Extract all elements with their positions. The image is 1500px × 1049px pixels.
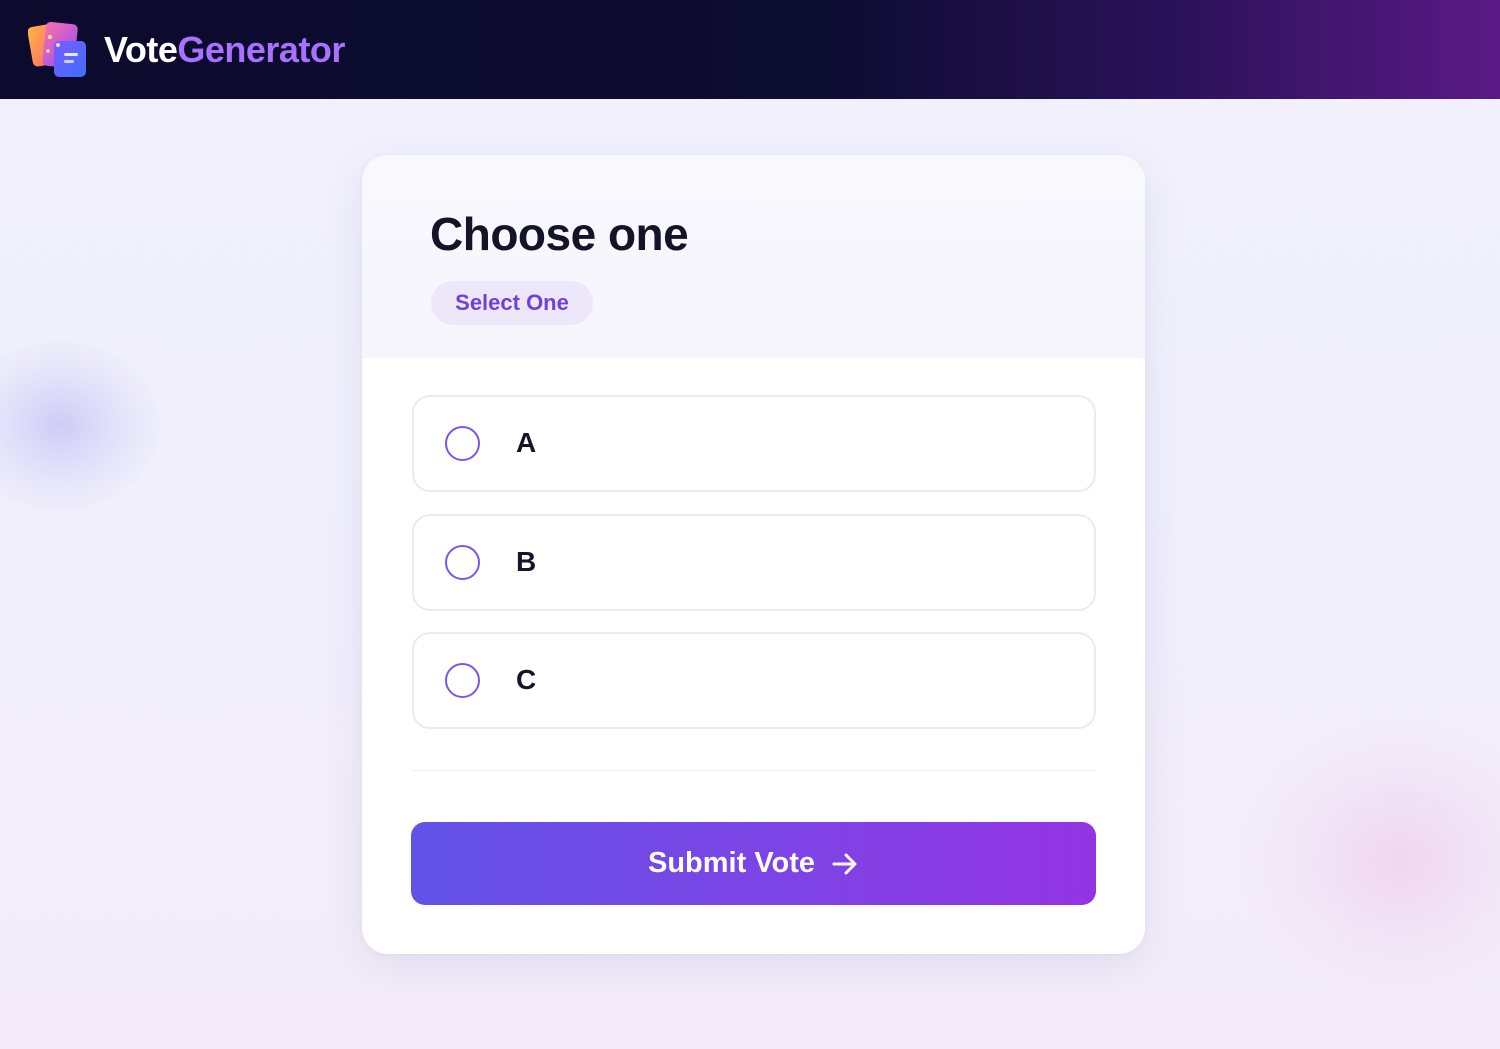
option-b[interactable]: B [412,514,1096,611]
top-bar: VoteGenerator [0,0,1500,99]
brand-name-part1: Vote [104,28,178,70]
submit-vote-button[interactable]: Submit Vote [411,822,1096,905]
option-a[interactable]: A [412,395,1096,492]
poll-card: Choose one Select One A B C Submit Vote [362,155,1145,954]
background-blob-left [0,340,160,510]
submit-vote-label: Submit Vote [647,847,816,879]
radio-option-c[interactable] [445,663,480,698]
radio-option-a[interactable] [445,426,480,461]
divider [412,770,1096,771]
brand-name[interactable]: VoteGenerator [104,29,345,71]
poll-title: Choose one [430,208,689,260]
option-c[interactable]: C [412,632,1096,729]
brand-name-part2: Generator [177,28,345,70]
cards-logo-icon[interactable] [27,19,90,81]
background-blob-right [1240,720,1500,1000]
radio-option-b[interactable] [445,545,480,580]
option-label-c: C [516,664,537,695]
option-label-b: B [516,546,537,577]
arrow-right-icon [831,850,859,878]
select-one-badge: Select One [431,281,593,325]
option-label-a: A [516,427,537,458]
